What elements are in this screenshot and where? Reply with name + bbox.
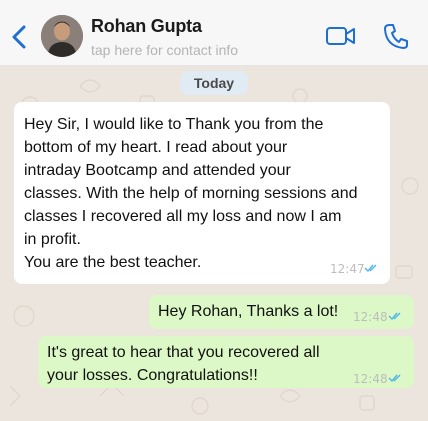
read-receipt-icon	[388, 312, 401, 321]
message-text-line: classes I recovered all my loss and now …	[24, 208, 342, 225]
chat-area[interactable]: Today Hey Sir, I would like to Thank you…	[0, 66, 428, 421]
person-photo-icon	[41, 15, 83, 57]
message-time: 12:47	[330, 262, 365, 276]
contact-name[interactable]: Rohan Gupta	[91, 16, 202, 37]
video-call-icon[interactable]	[325, 24, 357, 48]
message-text-line: Hey Sir, I would like to Thank you from …	[24, 116, 324, 133]
message-text-line: in profit.	[24, 231, 81, 248]
message-text-line: It's great to hear that you recovered al…	[47, 344, 320, 361]
message-text-line: bottom of my heart. I read about your	[24, 139, 288, 156]
read-receipt-icon	[364, 264, 377, 273]
phone-call-icon[interactable]	[383, 22, 409, 50]
outgoing-message[interactable]: Hey Rohan, Thanks a lot! 12:48	[149, 295, 414, 329]
incoming-message[interactable]: Hey Sir, I would like to Thank you from …	[14, 102, 390, 284]
message-text-line: intraday Bootcamp and attended your	[24, 162, 291, 179]
message-text-line: You are the best teacher.	[24, 254, 202, 271]
back-icon[interactable]	[9, 24, 29, 50]
message-time: 12:48	[353, 372, 388, 386]
message-time: 12:48	[353, 310, 388, 324]
avatar[interactable]	[41, 15, 83, 57]
outgoing-message[interactable]: It's great to hear that you recovered al…	[38, 336, 414, 388]
read-receipt-icon	[388, 374, 401, 383]
contact-info-hint[interactable]: tap here for contact info	[91, 42, 238, 58]
chat-header: Rohan Gupta tap here for contact info	[0, 0, 428, 66]
date-separator: Today	[180, 71, 248, 95]
message-text-line: classes. With the help of morning sessio…	[24, 185, 358, 202]
